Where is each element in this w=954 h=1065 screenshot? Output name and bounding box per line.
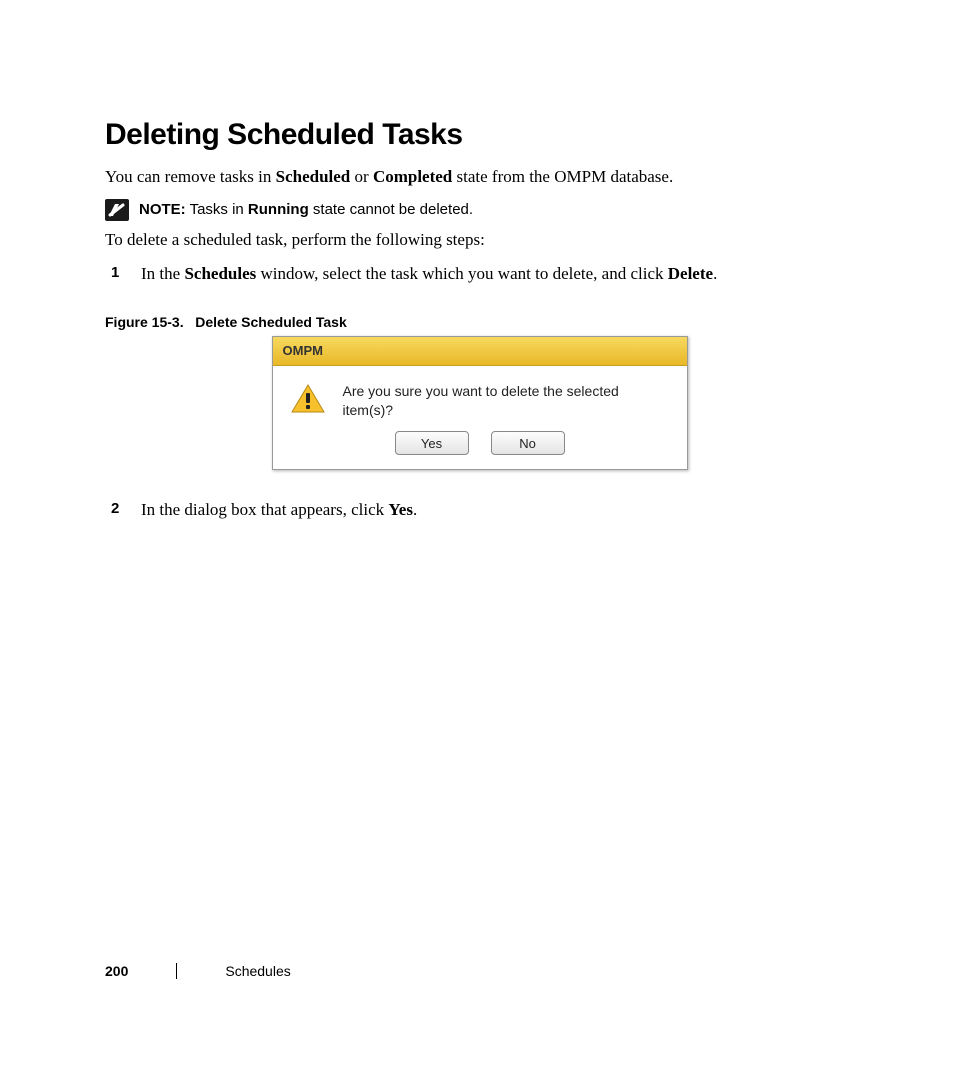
text: or [350,167,373,186]
dialog-titlebar: OMPM [273,337,687,366]
confirm-dialog: OMPM Are you sure you want to delete the… [272,336,688,471]
intro-paragraph: You can remove tasks in Scheduled or Com… [105,166,854,189]
figure-number: Figure 15-3. [105,314,184,330]
section-name: Schedules [225,963,290,979]
ui-yes: Yes [388,500,413,519]
step-list: 1 In the Schedules window, select the ta… [105,262,854,286]
text: You can remove tasks in [105,167,276,186]
page-number: 200 [105,963,128,979]
note-icon [105,199,129,221]
dialog-message: Are you sure you want to delete the sele… [343,382,673,420]
note-label: NOTE: [139,201,186,218]
dialog-title: OMPM [283,343,323,358]
text: In the [141,264,184,283]
text: state cannot be deleted. [309,201,473,218]
lead-paragraph: To delete a scheduled task, perform the … [105,229,854,252]
ui-delete: Delete [668,264,713,283]
text: window, select the task which you want t… [256,264,668,283]
dialog-body: Are you sure you want to delete the sele… [273,366,687,426]
step-number: 2 [111,498,119,519]
step-list-cont: 2 In the dialog box that appears, click … [105,498,854,522]
figure-image: OMPM Are you sure you want to delete the… [105,336,854,471]
text: . [713,264,717,283]
step-2: 2 In the dialog box that appears, click … [105,498,854,522]
text: . [413,500,417,519]
note-text: NOTE: Tasks in Running state cannot be d… [139,201,473,218]
footer-separator [176,963,177,979]
dialog-button-row: Yes No [273,425,687,469]
text: state from the OMPM database. [452,167,673,186]
figure-title: Delete Scheduled Task [195,314,346,330]
figure-caption: Figure 15-3. Delete Scheduled Task [105,314,854,330]
no-button[interactable]: No [491,431,565,455]
text: In the dialog box that appears, click [141,500,388,519]
state-running: Running [248,201,309,218]
ui-schedules: Schedules [184,264,256,283]
step-1: 1 In the Schedules window, select the ta… [105,262,854,286]
state-completed: Completed [373,167,452,186]
page-title: Deleting Scheduled Tasks [105,0,854,166]
document-page: Deleting Scheduled Tasks You can remove … [0,0,954,1065]
state-scheduled: Scheduled [276,167,351,186]
step-number: 1 [111,262,119,283]
page-footer: 200 Schedules [105,963,291,979]
yes-button[interactable]: Yes [395,431,469,455]
warning-icon [291,384,325,414]
note-block: NOTE: Tasks in Running state cannot be d… [105,199,854,221]
text: Tasks in [186,201,248,218]
